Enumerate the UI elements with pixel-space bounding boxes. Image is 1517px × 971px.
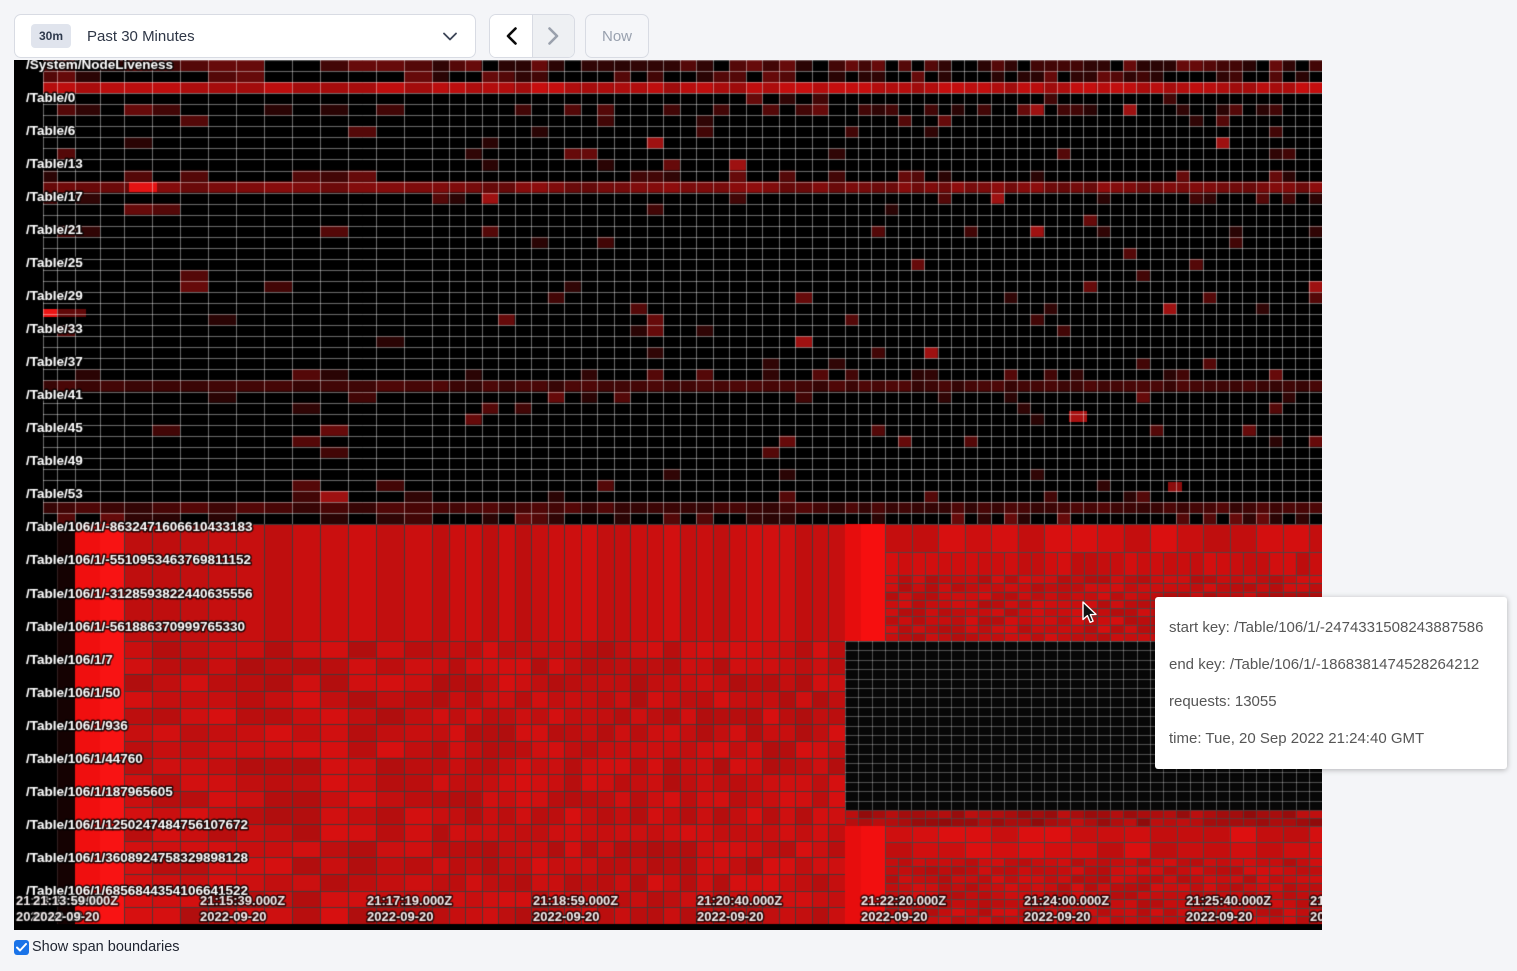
time-nav-group bbox=[489, 14, 575, 58]
chevron-down-icon bbox=[443, 32, 457, 41]
show-span-boundaries-row: Show span boundaries bbox=[14, 939, 180, 955]
tooltip-requests: requests: 13055 bbox=[1169, 683, 1493, 720]
show-span-boundaries-checkbox[interactable] bbox=[14, 940, 29, 955]
time-window-badge: 30m bbox=[31, 24, 71, 48]
time-window-label: Past 30 Minutes bbox=[87, 28, 195, 45]
prev-window-button[interactable] bbox=[490, 15, 532, 57]
checkmark-icon bbox=[16, 943, 27, 952]
tooltip-end-key: end key: /Table/106/1/-18683814745282642… bbox=[1169, 646, 1493, 683]
tooltip-time: time: Tue, 20 Sep 2022 21:24:40 GMT bbox=[1169, 720, 1493, 757]
hover-tooltip: start key: /Table/106/1/-247433150824388… bbox=[1155, 597, 1507, 769]
toolbar: 30m Past 30 Minutes Now bbox=[14, 14, 649, 58]
tooltip-start-key: start key: /Table/106/1/-247433150824388… bbox=[1169, 609, 1493, 646]
key-visualizer-heatmap[interactable] bbox=[14, 60, 1322, 930]
time-window-dropdown[interactable]: 30m Past 30 Minutes bbox=[14, 14, 476, 58]
chevron-left-icon bbox=[506, 27, 517, 45]
show-span-boundaries-label: Show span boundaries bbox=[32, 939, 180, 955]
key-visualizer-page: 30m Past 30 Minutes Now start key: /Tabl… bbox=[0, 0, 1517, 971]
now-button[interactable]: Now bbox=[585, 14, 649, 58]
next-window-button[interactable] bbox=[532, 15, 574, 57]
chevron-right-icon bbox=[548, 27, 559, 45]
